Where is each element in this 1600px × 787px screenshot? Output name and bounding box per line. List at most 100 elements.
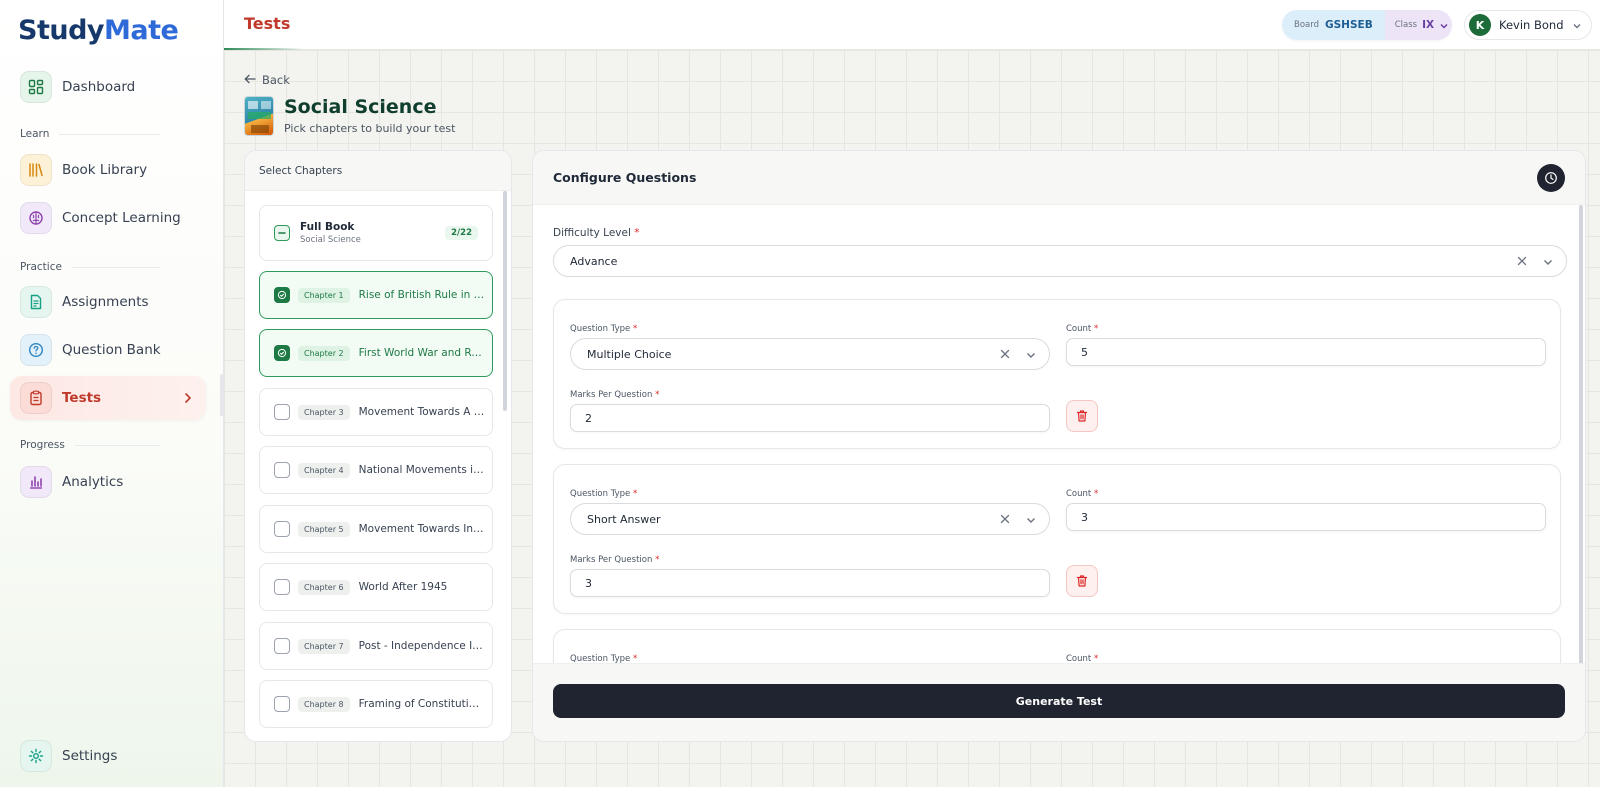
indeterminate-checkbox[interactable] <box>274 225 290 241</box>
chevron-down-icon[interactable] <box>1542 256 1554 271</box>
chapter-item-7[interactable]: Chapter 7 Post - Independence India <box>259 622 493 670</box>
delete-question-button[interactable] <box>1066 565 1098 597</box>
sidebar-item-concept-learning[interactable]: Concept Learning <box>10 196 206 240</box>
delete-question-button[interactable] <box>1066 400 1098 432</box>
checkbox[interactable] <box>274 696 290 712</box>
trash-icon <box>1076 575 1088 587</box>
chapters-scrollbar[interactable] <box>503 191 507 411</box>
chapter-title: Post - Independence India <box>358 640 485 652</box>
count-input[interactable]: 5 <box>1066 338 1546 366</box>
chapter-item-2[interactable]: Chapter 2 First World War and Russian Re… <box>259 329 493 377</box>
app-root: Study Mate Dashboard Learn Book Library C… <box>0 0 1600 787</box>
back-label: Back <box>262 73 290 87</box>
difficulty-select[interactable]: Advance <box>553 245 1567 277</box>
top-header: Tests Board GSHSEB Class IX K Kevin Bond <box>224 0 1600 50</box>
chapter-item-8[interactable]: Chapter 8 Framing of Constitution of Ind… <box>259 680 493 728</box>
selected-count-badge: 2/22 <box>445 226 478 240</box>
clear-icon[interactable] <box>999 348 1011 363</box>
chapter-badge: Chapter 5 <box>298 521 350 537</box>
checkbox[interactable] <box>274 462 290 478</box>
sidebar-item-label: Assignments <box>62 294 149 310</box>
question-type-value: Multiple Choice <box>587 347 672 361</box>
board-selector[interactable]: Board GSHSEB <box>1282 10 1385 40</box>
clear-icon[interactable] <box>1516 255 1528 270</box>
sidebar-item-tests[interactable]: Tests <box>10 376 206 420</box>
difficulty-value: Advance <box>570 254 618 268</box>
sidebar-item-assignments[interactable]: Assignments <box>10 280 206 324</box>
chevron-down-icon <box>1572 16 1582 35</box>
arrow-left-icon <box>244 73 256 87</box>
config-scrollbar[interactable] <box>1579 205 1583 665</box>
sidebar-item-label: Settings <box>62 748 118 764</box>
gear-icon <box>20 740 52 772</box>
checkbox[interactable] <box>274 579 290 595</box>
checkbox[interactable] <box>274 521 290 537</box>
question-type-label: Question Type * <box>570 324 638 334</box>
question-mark-icon <box>20 334 52 366</box>
back-link[interactable]: Back <box>244 73 290 87</box>
class-selector[interactable]: Class IX <box>1384 10 1452 40</box>
sidebar-item-question-bank[interactable]: Question Bank <box>10 328 206 372</box>
bar-chart-icon <box>20 466 52 498</box>
full-book-option[interactable]: Full Book Social Science 2/22 <box>259 205 493 261</box>
app-logo[interactable]: Study Mate <box>18 12 179 48</box>
chapter-title: National Movements in India <box>358 464 485 476</box>
brain-icon <box>20 202 52 234</box>
config-header: Configure Questions <box>533 151 1585 205</box>
full-book-title: Full Book <box>300 221 355 233</box>
subject-subtitle: Pick chapters to build your test <box>284 122 456 135</box>
checkbox[interactable] <box>274 287 290 303</box>
chapter-item-5[interactable]: Chapter 5 Movement Towards Independence <box>259 505 493 553</box>
chapter-title: First World War and Russian Revolution <box>358 347 485 359</box>
chapter-item-1[interactable]: Chapter 1 Rise of British Rule in India <box>259 271 493 319</box>
chapter-title: Rise of British Rule in India <box>358 289 485 301</box>
checkbox[interactable] <box>274 404 290 420</box>
generate-test-button[interactable]: Generate Test <box>553 684 1565 718</box>
chapter-item-3[interactable]: Chapter 3 Movement Towards A New Era <box>259 388 493 436</box>
sidebar-item-dashboard[interactable]: Dashboard <box>10 65 206 109</box>
marks-input[interactable]: 3 <box>570 569 1050 597</box>
chapter-title: Movement Towards A New Era <box>358 406 485 418</box>
class-value: IX <box>1422 19 1435 31</box>
configure-questions-panel: Configure Questions Difficulty Level * A… <box>532 150 1586 742</box>
sidebar-item-analytics[interactable]: Analytics <box>10 460 206 504</box>
user-name: Kevin Bond <box>1499 18 1564 32</box>
chevron-down-icon[interactable] <box>1025 514 1037 529</box>
subject-title: Social Science <box>284 96 437 118</box>
chapter-title: Framing of Constitution of India <box>358 698 485 710</box>
question-config-card-2: Question Type * Short Answer Count * 3 M… <box>553 464 1561 614</box>
marks-label: Marks Per Question * <box>570 390 660 400</box>
subject-book-cover <box>244 96 274 136</box>
board-class-selector[interactable]: Board GSHSEB Class IX <box>1282 10 1452 40</box>
sidebar-item-label: Question Bank <box>62 342 161 358</box>
history-button[interactable] <box>1537 164 1565 192</box>
board-label: Board <box>1294 20 1319 30</box>
checkbox[interactable] <box>274 638 290 654</box>
clear-icon[interactable] <box>999 513 1011 528</box>
chapter-badge: Chapter 4 <box>298 462 350 478</box>
chapter-title: World After 1945 <box>358 581 448 593</box>
chapter-item-4[interactable]: Chapter 4 National Movements in India <box>259 446 493 494</box>
user-menu[interactable]: K Kevin Bond <box>1464 10 1592 40</box>
count-label: Count * <box>1066 489 1099 499</box>
sidebar-item-label: Tests <box>62 390 102 406</box>
marks-label: Marks Per Question * <box>570 555 660 565</box>
sidebar-item-book-library[interactable]: Book Library <box>10 148 206 192</box>
chapter-badge: Chapter 6 <box>298 579 350 595</box>
chapter-item-6[interactable]: Chapter 6 World After 1945 <box>259 563 493 611</box>
chevron-down-icon <box>1439 16 1449 35</box>
clock-icon <box>1545 172 1557 184</box>
question-type-select[interactable]: Multiple Choice <box>570 338 1050 370</box>
chevron-down-icon[interactable] <box>1025 349 1037 364</box>
sidebar-item-label: Dashboard <box>62 79 136 95</box>
sidebar: Study Mate Dashboard Learn Book Library C… <box>0 0 224 787</box>
count-input[interactable]: 3 <box>1066 503 1546 531</box>
chapter-badge: Chapter 7 <box>298 638 350 654</box>
marks-input[interactable]: 2 <box>570 404 1050 432</box>
document-icon <box>20 286 52 318</box>
question-type-select[interactable]: Short Answer <box>570 503 1050 535</box>
logo-text-part1: Study <box>18 14 105 46</box>
sidebar-item-settings[interactable]: Settings <box>10 734 206 778</box>
full-book-subtitle: Social Science <box>300 235 361 245</box>
checkbox[interactable] <box>274 345 290 361</box>
